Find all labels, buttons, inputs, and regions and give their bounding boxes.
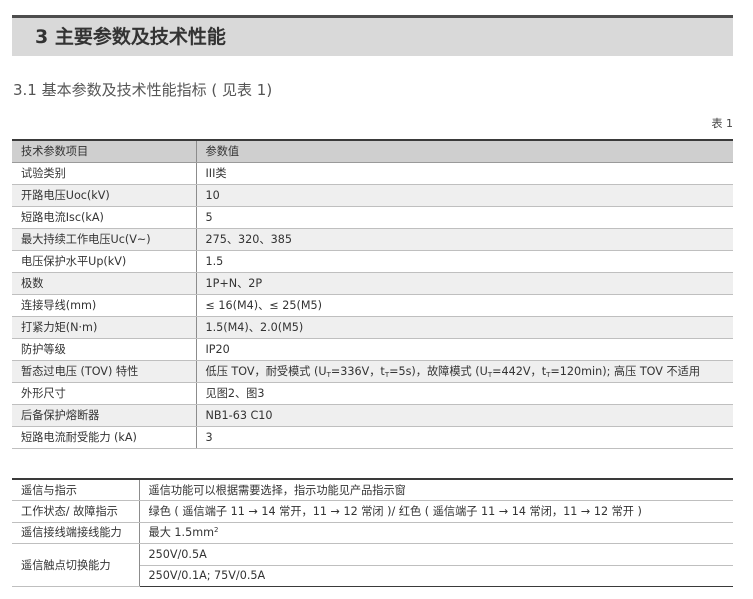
param-label: 开路电压Uoc(kV) bbox=[12, 184, 197, 207]
param-label: 遥信接线端接线能力 bbox=[12, 522, 140, 544]
table-row: 外形尺寸 见图2、图3 bbox=[12, 382, 733, 405]
tov-text: =120min); 高压 TOV 不适用 bbox=[550, 364, 701, 378]
param-value: 1.5(M4)、2.0(M5) bbox=[196, 316, 733, 339]
header-cell: 参数值 bbox=[196, 140, 733, 163]
param-value: 275、320、385 bbox=[196, 228, 733, 251]
param-value: IP20 bbox=[196, 338, 733, 361]
param-value: 1P+N、2P bbox=[196, 272, 733, 295]
param-label: 极数 bbox=[12, 272, 197, 295]
wire-capacity-text: 最大 1.5mm bbox=[148, 526, 215, 540]
header-cell: 技术参数项目 bbox=[12, 140, 197, 163]
param-label: 遥信与指示 bbox=[12, 479, 140, 501]
table-header-row: 技术参数项目 参数值 bbox=[12, 140, 733, 163]
param-label: 打紧力矩(N·m) bbox=[12, 316, 197, 339]
subsection-title: 3.1 基本参数及技术性能指标 ( 见表 1) bbox=[13, 81, 273, 99]
param-value: 3 bbox=[196, 426, 733, 449]
param-value: 1.5 bbox=[196, 250, 733, 273]
document-page: 3 主要参数及技术性能 3.1 基本参数及技术性能指标 ( 见表 1) 表 1 … bbox=[0, 0, 753, 599]
table-row: 遥信接线端接线能力 最大 1.5mm2 bbox=[12, 522, 733, 544]
param-value: 遥信功能可以根据需要选择，指示功能见产品指示窗 bbox=[139, 479, 733, 501]
param-label: 短路电流Isc(kA) bbox=[12, 206, 197, 229]
table-number-label: 表 1 bbox=[711, 117, 734, 130]
table-row: 试验类别 III类 bbox=[12, 162, 733, 185]
param-value: ≤ 16(M4)、≤ 25(M5) bbox=[196, 294, 733, 317]
param-value: III类 bbox=[196, 162, 733, 185]
param-label: 最大持续工作电压Uc(V~) bbox=[12, 228, 197, 251]
table-row: 防护等级 IP20 bbox=[12, 338, 733, 361]
param-value: 250V/0.1A; 75V/0.5A bbox=[148, 569, 266, 583]
superscript-2: 2 bbox=[214, 526, 219, 535]
param-value: 10 bbox=[196, 184, 733, 207]
param-value: 5 bbox=[196, 206, 733, 229]
param-label: 防护等级 bbox=[12, 338, 197, 361]
param-label: 遥信触点切换能力 bbox=[12, 543, 140, 587]
table-row: 后备保护熔断器 NB1-63 C10 bbox=[12, 404, 733, 427]
table-row: 工作状态/ 故障指示 绿色 ( 遥信端子 11 → 14 常开，11 → 12 … bbox=[12, 500, 733, 523]
param-label: 试验类别 bbox=[12, 162, 197, 185]
param-label: 工作状态/ 故障指示 bbox=[12, 500, 140, 523]
section-title: 3 主要参数及技术性能 bbox=[35, 26, 226, 48]
param-value-tov: 低压 TOV，耐受模式 (UT=336V，tT=5s)，故障模式 (UT=442… bbox=[196, 360, 733, 383]
parameter-table: 技术参数项目 参数值 试验类别 III类 开路电压Uoc(kV) 10 短路电流… bbox=[12, 139, 733, 449]
param-label: 短路电流耐受能力 (kA) bbox=[12, 426, 197, 449]
param-label: 连接导线(mm) bbox=[12, 294, 197, 317]
param-label: 后备保护熔断器 bbox=[12, 404, 197, 427]
table-row: 遥信触点切换能力 250V/0.5A bbox=[12, 543, 733, 587]
table-row: 短路电流耐受能力 (kA) 3 bbox=[12, 426, 733, 449]
param-value: 绿色 ( 遥信端子 11 → 14 常开，11 → 12 常闭 )/ 红色 ( … bbox=[139, 500, 733, 523]
tov-text: =442V，t bbox=[492, 364, 547, 378]
param-label: 外形尺寸 bbox=[12, 382, 197, 405]
param-label: 暂态过电压 (TOV) 特性 bbox=[12, 360, 197, 383]
tov-text: =336V，t bbox=[330, 364, 385, 378]
remote-signal-table: 遥信与指示 遥信功能可以根据需要选择，指示功能见产品指示窗 工作状态/ 故障指示… bbox=[12, 478, 733, 587]
table-row: 最大持续工作电压Uc(V~) 275、320、385 bbox=[12, 228, 733, 251]
section-header-bar: 3 主要参数及技术性能 bbox=[12, 15, 733, 56]
table-row: 开路电压Uoc(kV) 10 bbox=[12, 184, 733, 207]
param-value: 250V/0.5A bbox=[139, 543, 733, 566]
table-row: 短路电流Isc(kA) 5 bbox=[12, 206, 733, 229]
param-value: 见图2、图3 bbox=[196, 382, 733, 405]
tov-text: =5s)，故障模式 (U bbox=[389, 364, 488, 378]
table-row: 遥信与指示 遥信功能可以根据需要选择，指示功能见产品指示窗 bbox=[12, 479, 733, 501]
param-label: 电压保护水平Up(kV) bbox=[12, 250, 197, 273]
table-row: 连接导线(mm) ≤ 16(M4)、≤ 25(M5) bbox=[12, 294, 733, 317]
table-row: 电压保护水平Up(kV) 1.5 bbox=[12, 250, 733, 273]
tov-text: 低压 TOV，耐受模式 (U bbox=[205, 364, 327, 378]
table-row: 暂态过电压 (TOV) 特性 低压 TOV，耐受模式 (UT=336V，tT=5… bbox=[12, 360, 733, 383]
table-row: 打紧力矩(N·m) 1.5(M4)、2.0(M5) bbox=[12, 316, 733, 339]
table-row: 极数 1P+N、2P bbox=[12, 272, 733, 295]
param-value: NB1-63 C10 bbox=[196, 404, 733, 427]
param-value-wire: 最大 1.5mm2 bbox=[139, 522, 733, 544]
